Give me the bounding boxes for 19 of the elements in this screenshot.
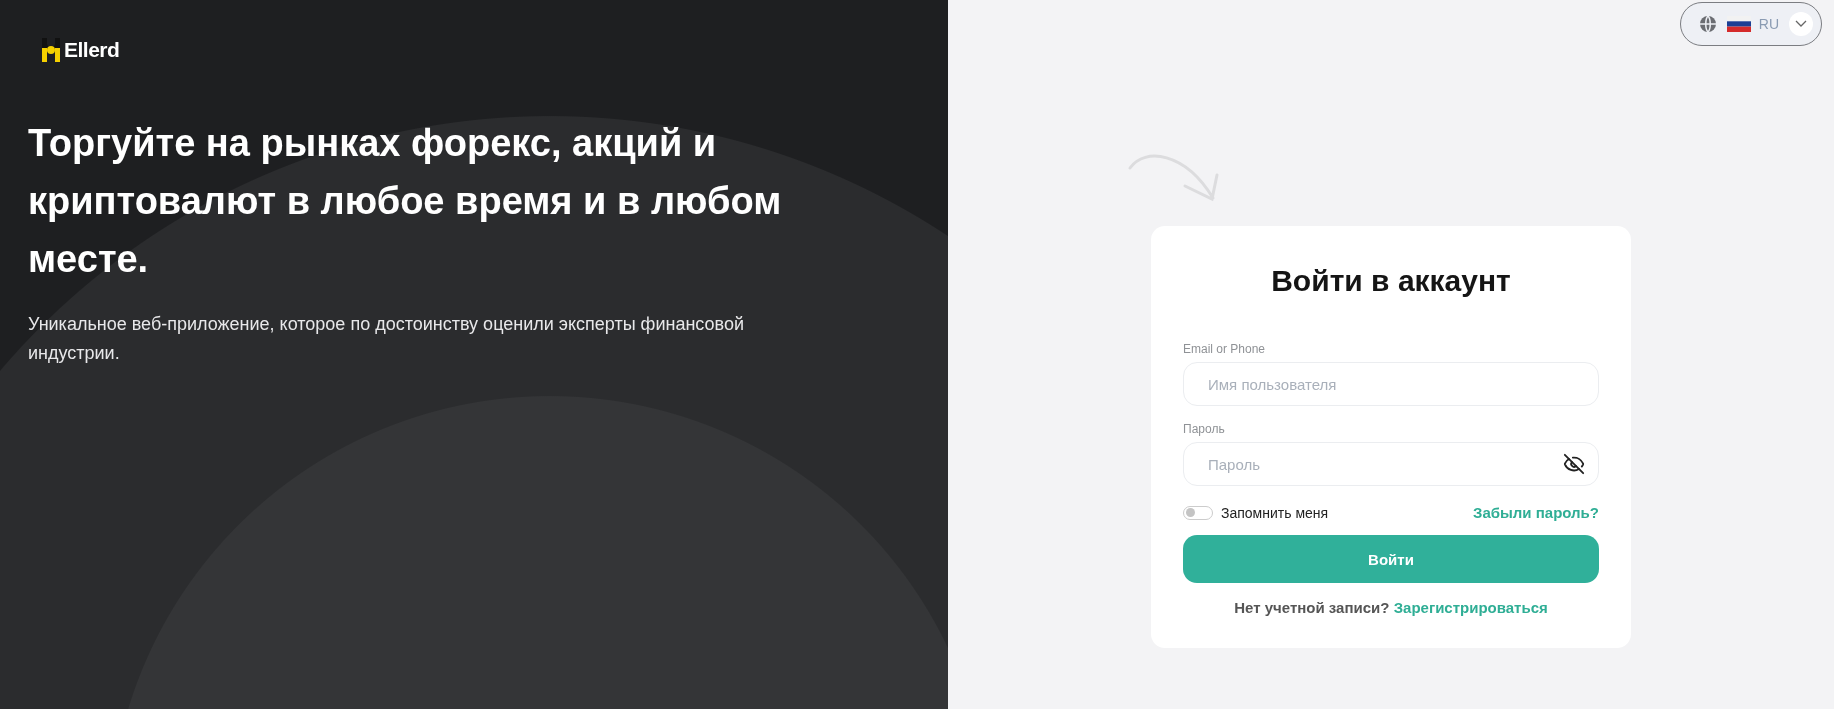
field-label: Пароль — [1183, 422, 1226, 436]
eye-off-icon[interactable] — [1563, 453, 1585, 475]
subtitle: Уникальное веб-приложение, которое по достоинству оценили эксперты финансовой индустрии. — [28, 313, 745, 365]
input-field[interactable]: Имя пользователя — [1183, 362, 1599, 406]
signup-prompt: Нет учетной записи? — [1234, 599, 1390, 616]
login-title: Войти в аккаунт — [1270, 264, 1512, 298]
forgot-password-link[interactable]: Забыли пароль? — [1473, 504, 1599, 521]
chevron-icon — [1789, 12, 1813, 36]
brand-name: Ellerd — [64, 38, 120, 62]
remember-toggle[interactable] — [1183, 505, 1213, 520]
globe-icon — [1698, 15, 1717, 33]
language-selector[interactable]: RU — [1679, 2, 1822, 46]
input-field[interactable]: Пароль — [1183, 442, 1599, 486]
headline: Торгуйте на рынках форекс, акций и криптовалют в любое время и в любом месте. — [28, 121, 783, 282]
signup-link[interactable]: Зарегистрироваться — [1393, 599, 1548, 616]
logo-icon — [42, 38, 60, 62]
login-button[interactable]: Войти — [1183, 535, 1599, 583]
remember-label: Запомнить меня — [1221, 504, 1329, 521]
field-label: Email or Phone — [1183, 342, 1267, 356]
